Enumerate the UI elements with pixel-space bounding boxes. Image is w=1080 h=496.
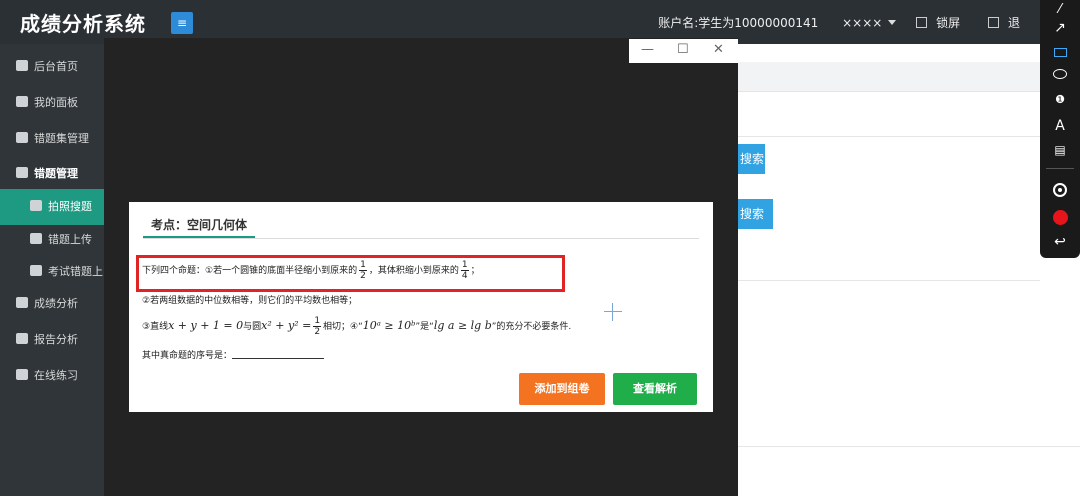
- sidebar-item-practice[interactable]: 在线练习: [0, 358, 104, 394]
- sidebar-item-upload[interactable]: 错题上传: [0, 222, 104, 258]
- users-icon: [16, 132, 28, 143]
- question-line-4: 其中真命题的序号是：: [142, 348, 325, 361]
- sidebar: 后台首页 我的面板 错题集管理 错题管理 拍照搜题 错题上传 考试错题上 成绩分…: [0, 44, 104, 496]
- home-icon: [16, 60, 28, 71]
- topic-tab[interactable]: 考点：空间几何体: [143, 216, 255, 238]
- sidebar-item-wrong-questions[interactable]: 错题管理: [0, 156, 104, 192]
- arrow-icon[interactable]: ↗: [1048, 18, 1072, 38]
- red-dot-icon[interactable]: [1048, 207, 1072, 227]
- app-title: 成绩分析系统: [20, 12, 146, 36]
- card-icon: [30, 233, 42, 244]
- divider: [1046, 168, 1074, 169]
- divider: [738, 280, 1040, 281]
- question-text: 其中真命题的序号是：: [142, 351, 233, 361]
- question-line-3: ③直线x + y + 1 = 0与圆x² + y² = 1 2 相切；④“10ᵃ ≥ …: [142, 316, 571, 337]
- account-label: 账户名:学生为10000000141: [658, 16, 819, 30]
- sidebar-item-score-analysis[interactable]: 成绩分析: [0, 286, 104, 322]
- background-tab-strip: [738, 62, 1080, 92]
- math-expression: x + y + 1 = 0: [168, 319, 244, 332]
- logout-label: 退: [1007, 16, 1020, 30]
- sidebar-item-photo-search[interactable]: 拍照搜题: [0, 189, 104, 225]
- crown-icon: [16, 369, 28, 380]
- fraction-denominator: 2: [314, 327, 321, 337]
- view-analysis-button[interactable]: 查看解析: [613, 373, 697, 405]
- sidebar-item-dashboard[interactable]: 我的面板: [0, 85, 104, 121]
- sidebar-item-label: 错题管理: [34, 167, 78, 180]
- sidebar-item-label: 我的面板: [34, 96, 78, 109]
- ellipse-icon[interactable]: [1048, 64, 1072, 84]
- camera-icon: [30, 200, 42, 211]
- lock-screen-button[interactable]: 锁屏: [910, 16, 960, 30]
- sidebar-item-label: 后台首页: [34, 60, 78, 73]
- sidebar-item-wrongset[interactable]: 错题集管理: [0, 121, 104, 157]
- lock-label: 锁屏: [936, 16, 961, 30]
- user-icon: [16, 96, 28, 107]
- minimize-button[interactable]: —: [641, 42, 654, 57]
- chevron-down-icon: [888, 20, 897, 25]
- user-area: 账户名:学生为10000000141 ×××× 锁屏 退: [652, 14, 1020, 31]
- sidebar-item-report[interactable]: 报告分析: [0, 322, 104, 358]
- sidebar-item-label: 拍照搜题: [48, 200, 92, 213]
- fraction: 12: [313, 316, 322, 337]
- question-line-2: ②若两组数据的中位数相等，则它们的平均数也相等；: [142, 296, 358, 306]
- divider: [738, 446, 1080, 447]
- sidebar-item-exam-upload[interactable]: 考试错题上: [0, 254, 104, 290]
- math-expression: x² + y² =: [261, 319, 312, 332]
- math-expression: 10ᵃ ≥ 10ᵇ: [362, 319, 416, 332]
- annotation-toolbar: ⁄ ↗ ❶ A ▤ ↩: [1040, 0, 1080, 258]
- undo-icon[interactable]: ↩: [1048, 232, 1072, 252]
- highlight-annotation: [136, 255, 565, 292]
- sidebar-item-label: 报告分析: [34, 333, 78, 346]
- numbered-marker-icon[interactable]: ❶: [1048, 90, 1072, 110]
- divider: [738, 136, 1040, 137]
- record-ring-icon[interactable]: [1048, 180, 1072, 200]
- text-icon[interactable]: A: [1048, 116, 1072, 136]
- window-controls: — ☐ ✕: [629, 39, 738, 63]
- search-button[interactable]: 搜索: [738, 144, 765, 174]
- screen-icon[interactable]: ▤: [1048, 140, 1072, 160]
- sidebar-item-label: 在线练习: [34, 369, 78, 382]
- add-to-paper-button[interactable]: 添加到组卷: [519, 373, 605, 405]
- pen-icon[interactable]: ⁄: [1048, 0, 1072, 20]
- sidebar-item-label: 错题上传: [48, 233, 92, 246]
- divider: [143, 238, 699, 239]
- monitor-icon: [916, 17, 928, 28]
- maximize-button[interactable]: ☐: [677, 42, 689, 57]
- crosshair-cursor-icon: [604, 303, 622, 321]
- card-icon: [30, 265, 42, 276]
- rectangle-icon[interactable]: [1048, 42, 1072, 62]
- user-dropdown[interactable]: ××××: [836, 16, 897, 30]
- sidebar-item-home[interactable]: 后台首页: [0, 49, 104, 85]
- sidebar-item-label: 错题集管理: [34, 132, 89, 145]
- users-icon: [16, 167, 28, 178]
- question-text: ③直线: [142, 322, 169, 332]
- question-text: ”的充分不必要条件.: [491, 322, 572, 332]
- document-icon: [16, 297, 28, 308]
- sidebar-item-label: 考试错题上: [48, 265, 103, 278]
- question-text: ”是“: [415, 322, 434, 332]
- fraction-numerator: 1: [313, 316, 322, 327]
- sidebar-item-label: 成绩分析: [34, 297, 78, 310]
- search-button[interactable]: 搜索: [738, 199, 773, 229]
- masked-username: ××××: [842, 16, 883, 30]
- logout-icon: [987, 17, 999, 28]
- question-text: 相切；④“: [323, 322, 363, 332]
- menu-toggle-button[interactable]: ≡: [171, 12, 193, 34]
- logout-button[interactable]: 退: [982, 16, 1020, 30]
- close-button[interactable]: ✕: [713, 42, 724, 57]
- question-text: 与圆: [243, 322, 262, 332]
- math-expression: lg a ≥ lg b: [433, 319, 492, 332]
- crown-icon: [16, 333, 28, 344]
- answer-blank: [232, 351, 325, 359]
